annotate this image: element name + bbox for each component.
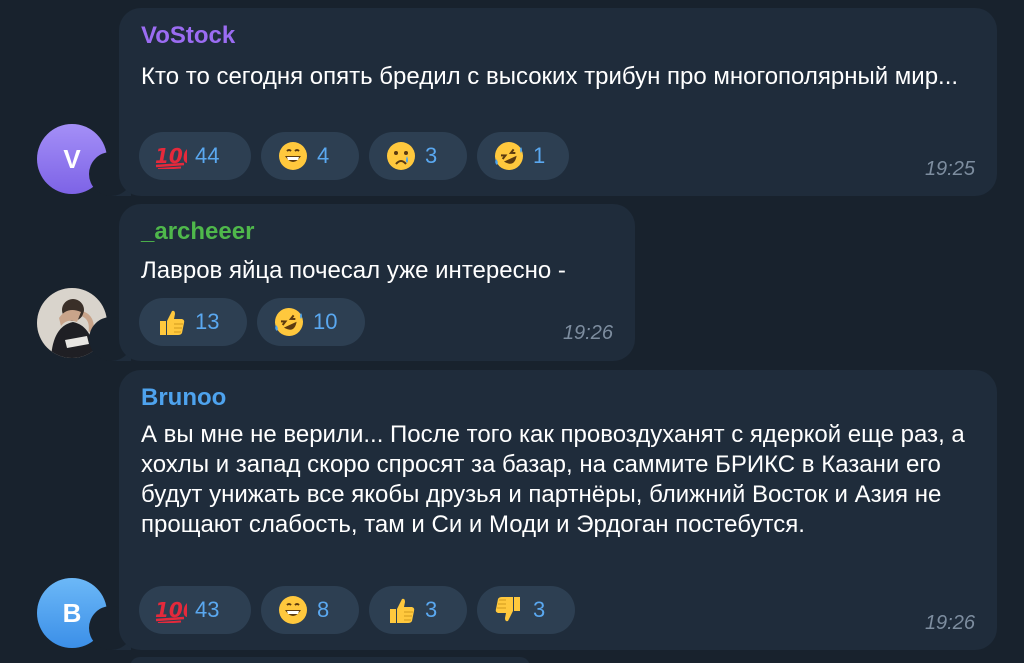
reaction-count: 8: [317, 597, 330, 622]
message-bubble[interactable]: _archeeer Лавров яйца почесал уже интере…: [119, 204, 635, 361]
reaction-chip[interactable]: 1: [477, 132, 569, 180]
message-bubble-partial[interactable]: [130, 657, 530, 663]
reaction-chip[interactable]: 100 43: [139, 586, 251, 634]
message-time: 19:25: [924, 158, 975, 180]
grinning-face-icon: [277, 140, 309, 172]
message-text: А вы мне не верили... После того как про…: [141, 421, 965, 538]
thumbs-up-icon: [155, 306, 187, 338]
reaction-count: 1: [533, 143, 546, 168]
reaction-count: 10: [313, 309, 338, 334]
message-text: Лавров яйца почесал уже интересно -: [141, 257, 566, 284]
thumbs-up-icon: [385, 594, 417, 626]
message-text: Кто то сегодня опять бредил с высоких тр…: [141, 63, 959, 90]
hundred-points-icon: 100: [155, 140, 187, 172]
reaction-chip[interactable]: 100 44: [139, 132, 251, 180]
reaction-chip[interactable]: 3: [477, 586, 575, 634]
reaction-chip[interactable]: 3: [369, 132, 467, 180]
reactions-bar: 100 44 4 3: [139, 132, 569, 180]
sender-name[interactable]: Brunoo: [141, 384, 226, 412]
reaction-count: 3: [425, 597, 438, 622]
reaction-count: 43: [195, 597, 220, 622]
hundred-points-icon: 100: [155, 594, 187, 626]
crying-face-icon: [385, 140, 417, 172]
avatar-letter: V: [63, 143, 81, 174]
rolling-laughing-face-icon: [273, 306, 305, 338]
reaction-chip[interactable]: 4: [261, 132, 359, 180]
avatar-letter: B: [62, 597, 82, 628]
reaction-count: 4: [317, 143, 330, 168]
reactions-bar: 100 43 8 3: [139, 586, 575, 634]
reaction-count: 3: [533, 597, 546, 622]
message-bubble[interactable]: Brunoo А вы мне не верили... После того …: [119, 370, 997, 650]
reaction-count: 3: [425, 143, 438, 168]
chat-feed: V VoStock Кто то сегодня опять бредил с …: [0, 0, 1024, 663]
reaction-chip[interactable]: 10: [257, 298, 365, 346]
sender-name[interactable]: VoStock: [141, 22, 235, 50]
reactions-bar: 13 10: [139, 298, 365, 346]
reaction-count: 13: [195, 309, 220, 334]
reaction-chip[interactable]: 8: [261, 586, 359, 634]
message-time: 19:26: [562, 322, 613, 344]
message-time: 19:26: [924, 612, 975, 634]
rolling-laughing-face-icon: [493, 140, 525, 172]
message-bubble[interactable]: VoStock Кто то сегодня опять бредил с вы…: [119, 8, 997, 196]
reaction-chip[interactable]: 13: [139, 298, 247, 346]
grinning-face-icon: [277, 594, 309, 626]
reaction-chip[interactable]: 3: [369, 586, 467, 634]
reaction-count: 44: [195, 143, 220, 168]
sender-name[interactable]: _archeeer: [141, 218, 254, 246]
thumbs-down-icon: [493, 594, 525, 626]
